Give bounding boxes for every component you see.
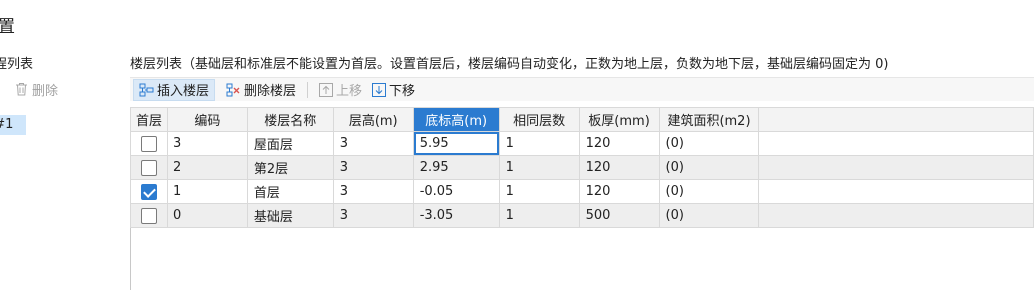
floor-height-cell[interactable]: 3 [332,155,414,180]
move-up-button[interactable]: 上移 [314,79,367,101]
toolbar-separator [307,81,309,98]
move-down-label: 下移 [389,84,416,99]
filler-cell [758,155,1034,180]
first-floor-checkbox[interactable] [140,183,157,200]
base-elevation-cell[interactable]: 5.95 [412,131,500,156]
insert-floor-button[interactable]: 插入楼层 [133,78,216,101]
column-header-slab-thickness[interactable]: 板厚(mm) [578,107,660,132]
same-floors-cell[interactable]: 1 [498,131,580,156]
same-floors-cell[interactable]: 1 [498,203,580,228]
building-area-cell[interactable]: (0) [658,131,760,156]
column-header-base-elevation[interactable]: 底标高(m) [412,107,500,132]
project-list-header: 程列表 [0,57,34,72]
table-header-row: 首层 编码 楼层名称 层高(m) 底标高(m) 相同层数 板厚(mm) 建筑面积… [130,107,1034,132]
floor-list-header: 楼层列表（基础层和标准层不能设置为首层。设置首层后，楼层编码自动变化，正数为地上… [130,57,889,72]
insert-floor-label: 插入楼层 [157,84,210,99]
same-floors-cell[interactable]: 1 [498,155,580,180]
insert-floor-icon [139,83,154,96]
column-header-same-floors[interactable]: 相同层数 [498,107,580,132]
column-header-first-floor[interactable]: 首层 [130,107,168,132]
delete-floor-icon [226,83,240,96]
first-floor-checkbox[interactable] [140,135,157,152]
arrow-up-icon [319,82,334,97]
building-area-cell[interactable]: (0) [658,179,760,204]
floor-height-cell[interactable]: 3 [332,203,414,228]
table-row[interactable]: 2 第2层 3 2.95 1 120 (0) [130,155,1034,180]
code-cell[interactable]: 0 [166,203,248,228]
first-floor-checkbox[interactable] [140,207,157,224]
building-area-cell[interactable]: (0) [658,155,760,180]
delete-button[interactable]: 删除 [15,80,58,99]
floor-name-cell[interactable]: 首层 [246,179,334,204]
floor-name-cell[interactable]: 基础层 [246,203,334,228]
column-header-filler [758,107,1034,132]
table-row[interactable]: 3 屋面层 3 5.95 1 120 (0) [130,131,1034,156]
floor-name-cell[interactable]: 第2层 [246,155,334,180]
move-down-button[interactable]: 下移 [367,79,420,101]
column-header-code[interactable]: 编码 [166,107,248,132]
move-up-label: 上移 [336,84,363,99]
floor-height-cell[interactable]: 3 [332,179,414,204]
code-cell[interactable]: 3 [166,131,248,156]
code-cell[interactable]: 2 [166,155,248,180]
first-floor-cell [130,155,168,180]
table-row[interactable]: 1 首层 3 -0.05 1 120 (0) [130,179,1034,204]
slab-thickness-cell[interactable]: 120 [578,131,660,156]
first-floor-cell [130,131,168,156]
column-header-building-area[interactable]: 建筑面积(m2) [658,107,760,132]
base-elevation-cell[interactable]: -3.05 [412,203,500,228]
same-floors-cell[interactable]: 1 [498,179,580,204]
window-title: 置 [0,17,15,37]
first-floor-cell [130,203,168,228]
project-list-item[interactable]: 6#1 [0,115,26,135]
slab-thickness-cell[interactable]: 500 [578,203,660,228]
delete-floor-button[interactable]: 删除楼层 [221,79,301,101]
slab-thickness-cell[interactable]: 120 [578,155,660,180]
filler-cell [758,203,1034,228]
floor-name-cell[interactable]: 屋面层 [246,131,334,156]
arrow-down-icon [372,82,387,97]
add-button[interactable]: 加 [0,80,1,99]
first-floor-cell [130,179,168,204]
floor-toolbar: 插入楼层 删除楼层 上移 下移 [130,77,1034,101]
filler-cell [758,179,1034,204]
delete-button-label: 删除 [32,83,59,99]
filler-cell [758,131,1034,156]
delete-floor-label: 删除楼层 [244,84,297,99]
left-toolbar: 加 删除 [0,78,58,100]
code-cell[interactable]: 1 [166,179,248,204]
base-elevation-cell[interactable]: 2.95 [412,155,500,180]
slab-thickness-cell[interactable]: 120 [578,179,660,204]
base-elevation-cell[interactable]: -0.05 [412,179,500,204]
floor-table: 首层 编码 楼层名称 层高(m) 底标高(m) 相同层数 板厚(mm) 建筑面积… [130,107,1034,228]
project-list-item-label: 6#1 [0,117,14,132]
floor-height-cell[interactable]: 3 [332,131,414,156]
building-area-cell[interactable]: (0) [658,203,760,228]
first-floor-checkbox[interactable] [140,159,157,176]
column-header-floor-name[interactable]: 楼层名称 [246,107,334,132]
column-header-floor-height[interactable]: 层高(m) [332,107,414,132]
trash-icon [16,83,28,96]
table-row[interactable]: 0 基础层 3 -3.05 1 500 (0) [130,203,1034,228]
